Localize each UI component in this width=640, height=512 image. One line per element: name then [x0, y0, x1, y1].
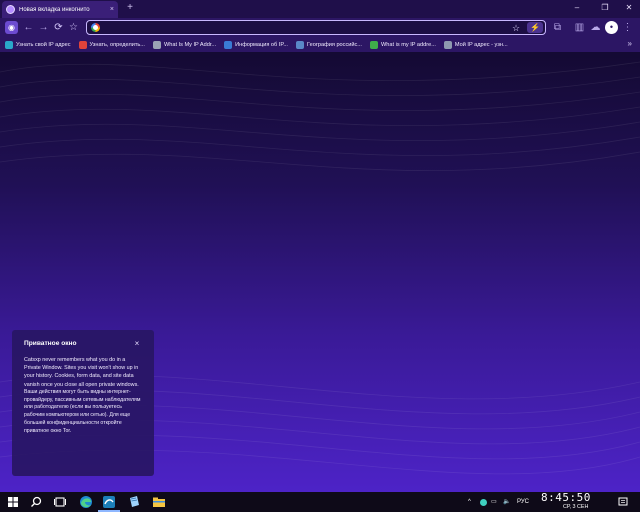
network-icon[interactable]: ▭ [491, 497, 497, 507]
tray-app-icon[interactable] [480, 499, 487, 506]
minimize-button[interactable]: – [570, 2, 584, 14]
file-explorer-icon[interactable] [152, 495, 166, 509]
incognito-icon[interactable]: ◉ [5, 21, 18, 34]
private-window-info-panel: Приватное окно × Catsxp never remembers … [12, 330, 154, 476]
reload-button[interactable]: ⟳ [52, 21, 65, 34]
new-tab-page: Приватное окно × Catsxp never remembers … [0, 52, 640, 492]
clock-time[interactable]: 8:45:50 [541, 492, 591, 504]
bookmark-favicon-icon [443, 40, 452, 49]
toolbar: ◉ ← → ⟳ ☆ ☆ ⚡ ⧉ ▥ ☁ • ⋮ [0, 18, 640, 37]
bookmark-label: Узнать свой IP адрес [16, 41, 71, 48]
bookmark-label: Мой IP адрес - узн... [454, 41, 508, 48]
back-button[interactable]: ← [22, 21, 35, 34]
bookmark-item[interactable]: What is my IP addre... [369, 40, 436, 49]
forward-button[interactable]: → [37, 21, 50, 34]
extension-icon[interactable]: ⚡ [527, 22, 543, 33]
account-icon[interactable]: • [605, 21, 618, 34]
catsxp-browser-icon[interactable] [102, 495, 116, 509]
panel-title: Приватное окно [24, 340, 77, 347]
bookmark-favicon-icon [78, 40, 87, 49]
volume-icon[interactable]: 🔈 [503, 497, 510, 507]
task-view-icon[interactable] [53, 495, 67, 509]
bookmark-favicon-icon [5, 40, 13, 49]
close-icon[interactable]: × [132, 339, 142, 349]
upload-icon[interactable]: ☁ [589, 21, 602, 34]
bookmark-star-button[interactable]: ☆ [67, 21, 80, 34]
bookmark-page-icon[interactable]: ☆ [512, 22, 520, 34]
taskbar: ^ ▭ 🔈 РУС 8:45:50 СР, 3 СЕН [0, 492, 640, 512]
notifications-icon[interactable] [616, 495, 630, 509]
sidebar-icon[interactable]: ▥ [573, 21, 586, 34]
close-window-button[interactable]: ✕ [622, 2, 636, 14]
search-icon[interactable] [29, 495, 43, 509]
address-input[interactable] [105, 22, 505, 34]
edge-browser-icon[interactable] [79, 495, 93, 509]
bookmark-favicon-icon [369, 40, 378, 49]
bookmark-label: What Is My IP Addr... [163, 41, 217, 48]
bookmark-item[interactable]: Информация об IP... [224, 40, 288, 49]
bookmark-label: What is my IP addre... [380, 41, 436, 48]
bookmarks-bar: Узнать свой IP адрес Узнать, определить.… [0, 37, 640, 52]
clock-date[interactable]: СР, 3 СЕН [563, 504, 588, 511]
bookmarks-overflow-button[interactable]: » [628, 39, 632, 48]
panel-text-en: Catsxp never remembers what you do in a … [24, 357, 139, 388]
bookmark-item[interactable]: География российс... [296, 40, 362, 49]
tab-title: Новая вкладка инкогнито [19, 6, 90, 13]
reading-list-icon[interactable]: ⧉ [551, 21, 564, 34]
bookmark-favicon-icon [152, 40, 161, 49]
panel-text-ru: Ваши действия могут быть видны интернет-… [24, 388, 141, 434]
bookmark-favicon-icon [224, 40, 233, 49]
bookmark-label: Узнать, определить... [89, 41, 145, 48]
new-tab-button[interactable]: + [124, 2, 136, 14]
bookmark-label: География российс... [307, 41, 362, 48]
restore-button[interactable]: ❐ [598, 2, 612, 14]
incognito-tab-icon [6, 5, 15, 14]
bookmark-item[interactable]: Узнать, определить... [78, 40, 145, 49]
address-bar[interactable]: ☆ ⚡ [86, 20, 546, 35]
windows-start-icon[interactable] [6, 495, 20, 509]
bookmark-item[interactable]: Мой IP адрес - узн... [443, 40, 508, 49]
language-indicator[interactable]: РУС [517, 497, 529, 507]
bookmark-item[interactable]: What Is My IP Addr... [152, 40, 217, 49]
google-icon [91, 23, 100, 32]
title-bar: Новая вкладка инкогнито × + – ❐ ✕ [0, 0, 640, 18]
tray-overflow-icon[interactable]: ^ [468, 497, 471, 507]
menu-icon[interactable]: ⋮ [621, 21, 634, 34]
notepad-icon[interactable] [127, 495, 141, 509]
bookmark-label: Информация об IP... [235, 41, 288, 48]
bookmark-favicon-icon [296, 40, 304, 49]
tab-incognito[interactable]: Новая вкладка инкогнито × [2, 1, 118, 18]
bookmark-item[interactable]: Узнать свой IP адрес [5, 40, 71, 49]
tab-close-icon[interactable]: × [110, 6, 114, 13]
